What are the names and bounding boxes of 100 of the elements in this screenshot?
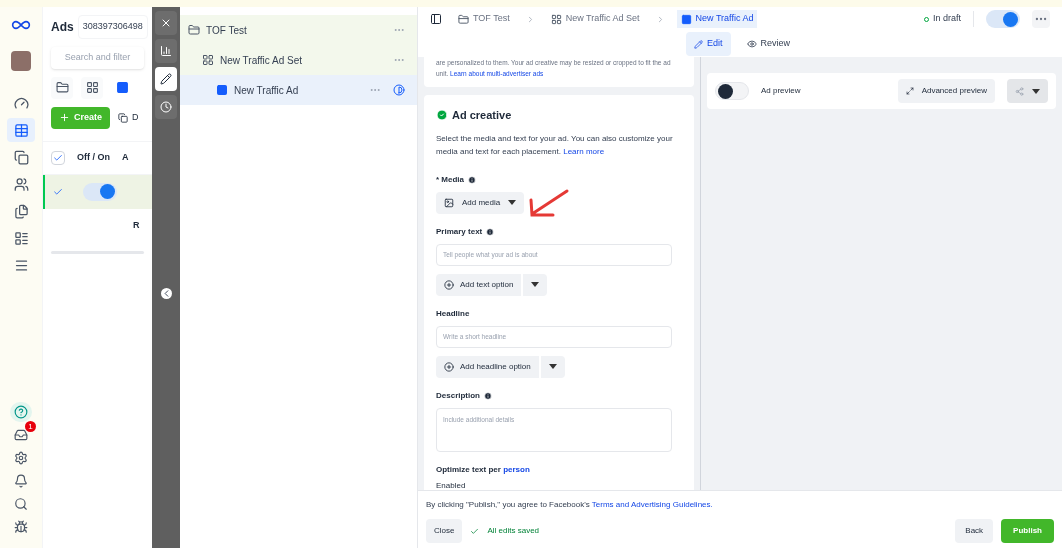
toolbar-button[interactable]: D — [118, 106, 139, 129]
tree-item[interactable]: TOF Test — [180, 15, 417, 45]
eye-icon — [746, 39, 757, 49]
share-button[interactable] — [1007, 79, 1048, 103]
optimize-label: Optimize text per — [436, 464, 501, 474]
field-label: * Media — [436, 173, 464, 186]
dropdown-button[interactable] — [540, 355, 565, 378]
publish-notice: By clicking "Publish," you agree to Facebook's Terms and Advertising Guidelines. — [426, 499, 714, 511]
more-button[interactable] — [1032, 10, 1050, 28]
caret-icon — [531, 282, 540, 287]
view-tab[interactable] — [51, 76, 73, 99]
arrow-annotation — [527, 188, 569, 220]
toggle-label: Ad preview — [761, 85, 802, 97]
table-row[interactable] — [43, 174, 152, 209]
plus-circle-icon — [444, 361, 454, 372]
square-icon — [216, 84, 228, 96]
grid-icon — [550, 13, 562, 25]
list-icon — [13, 230, 29, 246]
panel-toggle-icon[interactable] — [430, 13, 442, 25]
tree-item[interactable]: New Traffic Ad — [180, 75, 417, 105]
terms-link[interactable]: Terms and Advertising Guidelines. — [591, 500, 713, 509]
side-tool[interactable] — [155, 67, 177, 91]
folder-icon — [458, 13, 469, 25]
caret-icon — [548, 364, 557, 369]
tree-item-label: New Traffic Ad — [234, 83, 300, 98]
grid-icon — [85, 81, 99, 94]
nav-item[interactable] — [7, 118, 35, 142]
mode-tab[interactable]: Edit — [686, 32, 731, 56]
saved-status: All edits saved — [487, 525, 540, 537]
preview-toggle[interactable] — [715, 82, 749, 100]
toggle[interactable] — [83, 182, 117, 201]
panel-title: Ads — [51, 18, 74, 36]
half-circle-icon — [393, 84, 405, 96]
close-button[interactable]: Close — [426, 519, 463, 543]
status-label: In draft — [924, 12, 961, 26]
caret-icon — [1032, 88, 1040, 94]
grid-icon — [202, 54, 214, 66]
clock-icon — [160, 101, 172, 113]
check-icon — [53, 152, 63, 163]
optimize-value: Enabled — [436, 479, 467, 490]
dropdown-button[interactable] — [523, 273, 548, 296]
view-tab[interactable] — [81, 76, 103, 99]
files-icon — [13, 203, 29, 219]
pencil-icon — [160, 73, 172, 85]
field-label: Primary text — [436, 225, 483, 238]
checkbox[interactable] — [51, 150, 65, 165]
chart-icon — [160, 45, 172, 57]
menu-icon — [13, 257, 29, 273]
add-option-button[interactable]: Add text option — [436, 273, 522, 296]
nav-item[interactable] — [10, 402, 32, 422]
collapse-icon[interactable] — [160, 288, 172, 299]
expand-icon — [905, 87, 914, 95]
breadcrumb[interactable]: New Traffic Ad — [676, 10, 758, 28]
image-icon — [444, 197, 454, 208]
advanced-preview-button[interactable]: Advanced preview — [897, 79, 995, 103]
pencil-icon — [694, 39, 703, 49]
gauge-icon — [13, 95, 29, 111]
field-label: Headline — [436, 307, 470, 320]
table-cell-text: R — [133, 218, 140, 232]
mode-tab[interactable]: Review — [738, 32, 799, 56]
side-tool[interactable] — [155, 39, 177, 63]
inbox-icon — [14, 428, 28, 442]
bell-icon — [14, 474, 28, 488]
add-option-button[interactable]: Add headline option — [436, 355, 539, 378]
column-header: Off / On — [77, 150, 110, 164]
square-icon — [115, 81, 129, 94]
account-selector[interactable]: 308397306498 — [77, 15, 148, 39]
plus-icon — [59, 112, 70, 123]
column-header: A — [122, 150, 129, 164]
people-icon — [13, 176, 29, 192]
close-icon — [160, 17, 172, 29]
square-icon — [680, 13, 692, 25]
back-button[interactable]: Back — [955, 519, 994, 543]
share-icon — [1015, 86, 1024, 96]
section-title: Ad creative — [452, 108, 512, 123]
field-label: Description — [436, 389, 480, 402]
table-icon — [13, 122, 29, 138]
search-icon — [14, 497, 28, 511]
avatar[interactable] — [11, 51, 31, 71]
ad-toggle[interactable] — [986, 10, 1020, 28]
add-media-button[interactable]: Add media — [436, 191, 525, 214]
person-link[interactable]: person — [503, 464, 530, 474]
pages-icon — [13, 149, 29, 165]
section-description: Select the media and text for your ad. You can also customize your media and text for each placement. Learn more — [436, 132, 674, 158]
settings-icon — [14, 451, 28, 465]
plus-circle-icon — [444, 279, 454, 290]
tree-item-label: TOF Test — [206, 23, 248, 38]
bug-icon — [14, 520, 28, 534]
breadcrumb[interactable]: New Traffic Ad Set — [546, 10, 644, 28]
check-icon — [53, 186, 63, 197]
help-icon — [14, 405, 28, 419]
notification-badge: 1 — [25, 421, 36, 432]
caret-icon — [508, 200, 517, 205]
side-tool[interactable] — [155, 11, 177, 35]
tree-item-label: New Traffic Ad Set — [220, 53, 304, 68]
learn-more-link[interactable]: Learn more — [563, 146, 605, 156]
breadcrumb[interactable]: TOF Test — [454, 10, 514, 28]
check-icon — [470, 526, 480, 536]
tree-item[interactable]: New Traffic Ad Set — [180, 45, 417, 75]
folder-icon — [188, 24, 200, 36]
